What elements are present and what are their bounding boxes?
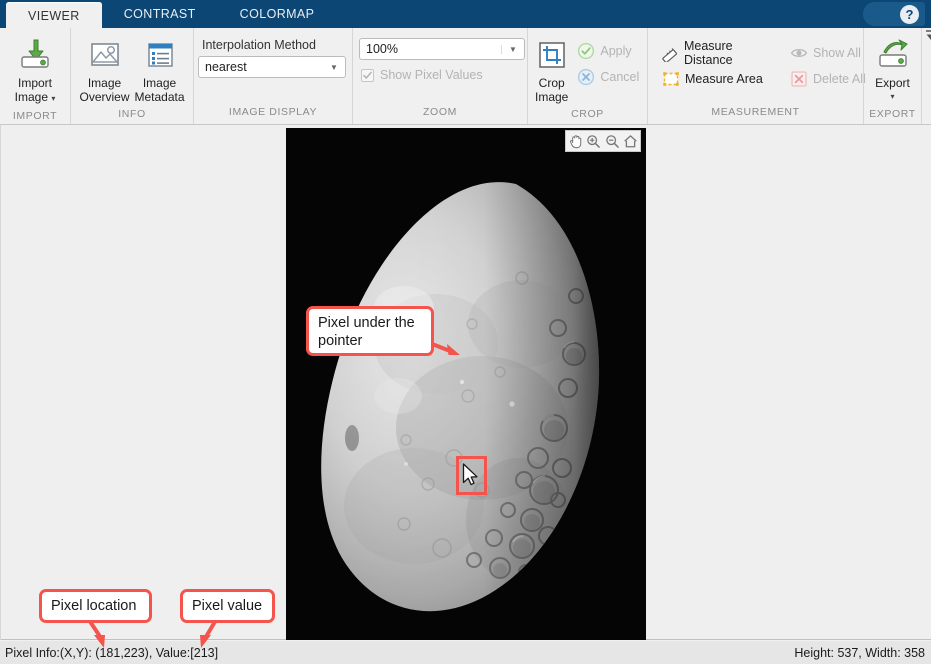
help-icon: ? xyxy=(900,4,919,24)
collapse-ribbon-button[interactable] xyxy=(922,28,931,64)
import-image-button[interactable]: Import Image ▾ xyxy=(6,32,64,107)
import-image-icon xyxy=(17,36,53,74)
mouse-cursor xyxy=(462,463,478,486)
crop-image-label-line2: Image xyxy=(535,90,569,104)
image-metadata-label-line2: Metadata xyxy=(134,90,185,104)
zoom-level-value: 100% xyxy=(366,42,398,56)
image-overview-label-line1: Image xyxy=(87,76,122,90)
crop-image-label-line1: Crop xyxy=(538,76,565,90)
image-viewer-window: VIEWER CONTRAST COLORMAP ? Import Image … xyxy=(0,0,931,664)
ribbon-group-label-crop: CROP xyxy=(571,108,604,120)
ribbon-group-label-import: IMPORT xyxy=(12,110,58,122)
chevron-down-icon xyxy=(323,63,345,72)
ribbon-group-label-export: EXPORT xyxy=(869,108,916,120)
workspace-left-divider xyxy=(0,125,1,640)
interpolation-method-select[interactable]: nearest xyxy=(198,56,346,78)
image-overview-label-line2: Overview xyxy=(79,90,130,104)
crop-image-button[interactable]: Crop Image xyxy=(534,32,569,105)
chevron-down-icon xyxy=(501,44,524,54)
ribbon-group-zoom: 100% Show Pixel Values ZOOM xyxy=(352,28,527,124)
ribbon-group-label-measurement: MEASUREMENT xyxy=(711,106,800,118)
callout-pixel-under-pointer-text: Pixel under the pointer xyxy=(318,315,415,349)
ribbon-group-measurement: Measure Distance Measure Area Show All D… xyxy=(647,28,866,124)
ribbon-collapse-group xyxy=(921,28,931,124)
pan-icon[interactable] xyxy=(567,133,584,150)
ribbon-group-label-image-display: IMAGE DISPLAY xyxy=(228,106,318,118)
export-label: Export xyxy=(875,76,910,90)
interpolation-method-value: nearest xyxy=(205,60,247,74)
ribbon-group-label-info: INFO xyxy=(118,108,146,120)
tab-colormap[interactable]: COLORMAP xyxy=(218,0,337,28)
ruler-icon xyxy=(660,44,681,62)
measure-area-label: Measure Area xyxy=(685,72,763,86)
image-metadata-icon xyxy=(144,36,176,74)
check-circle-icon xyxy=(575,42,597,60)
pixel-info-text: Pixel Info:(X,Y): (181,223), Value:[213] xyxy=(5,645,219,660)
zoom-level-select[interactable]: 100% xyxy=(359,38,525,60)
crop-image-icon xyxy=(537,36,567,74)
tab-contrast-label: CONTRAST xyxy=(123,7,196,21)
eye-icon xyxy=(788,44,810,62)
ribbon-group-export: Export ▾ EXPORT xyxy=(863,28,921,124)
delete-all-measurements-button[interactable]: Delete All xyxy=(784,66,870,92)
tab-contrast[interactable]: CONTRAST xyxy=(102,0,218,28)
checkbox-box xyxy=(361,68,374,82)
ribbon-group-image-display: Interpolation Method nearest IMAGE DISPL… xyxy=(193,28,352,124)
collapse-ribbon-icon xyxy=(926,30,931,40)
measure-distance-button[interactable]: Measure Distance xyxy=(656,39,784,67)
zoom-in-icon[interactable] xyxy=(585,133,602,150)
callout-pixel-under-pointer: Pixel under the pointer xyxy=(306,306,434,356)
import-image-label-line1: Import xyxy=(17,76,52,90)
cancel-crop-label: Cancel xyxy=(600,70,640,84)
show-pixel-values-checkbox[interactable]: Show Pixel Values xyxy=(361,68,483,82)
interpolation-method-label: Interpolation Method xyxy=(202,38,316,52)
show-all-measurements-label: Show All xyxy=(813,46,861,60)
delete-x-icon xyxy=(788,70,810,88)
callout-pixel-location: Pixel location xyxy=(39,589,152,623)
tab-viewer-label: VIEWER xyxy=(28,8,80,23)
axes-toolbar xyxy=(565,130,641,152)
image-workspace xyxy=(0,125,931,640)
image-dimensions-text: Height: 537, Width: 358 xyxy=(794,645,925,660)
ribbon-group-label-zoom: ZOOM xyxy=(423,106,457,118)
tab-bar: VIEWER CONTRAST COLORMAP ? xyxy=(0,0,931,29)
import-image-label-line2: Image xyxy=(14,90,48,104)
area-select-icon xyxy=(660,70,682,88)
checkmark-icon xyxy=(363,71,372,79)
show-all-measurements-button[interactable]: Show All xyxy=(784,40,870,66)
callout-pixel-value-text: Pixel value xyxy=(192,598,263,614)
ribbon-group-info: Image Overview Image Metadata INFO xyxy=(70,28,193,124)
tab-colormap-label: COLORMAP xyxy=(239,7,315,21)
export-button[interactable]: Export ▾ xyxy=(870,32,915,105)
callout-pixel-value: Pixel value xyxy=(180,589,275,623)
home-icon[interactable] xyxy=(622,133,639,150)
image-overview-button[interactable]: Image Overview xyxy=(77,32,132,105)
delete-all-measurements-label: Delete All xyxy=(813,72,866,86)
status-bar: Pixel Info:(X,Y): (181,223), Value:[213]… xyxy=(0,641,931,664)
show-pixel-values-label: Show Pixel Values xyxy=(380,68,483,82)
tab-viewer[interactable]: VIEWER xyxy=(6,2,102,29)
callout-pixel-location-text: Pixel location xyxy=(51,598,137,614)
moon-image xyxy=(321,182,600,612)
apply-crop-label: Apply xyxy=(600,44,632,58)
zoom-out-icon[interactable] xyxy=(604,133,621,150)
cancel-crop-button[interactable]: Cancel xyxy=(571,64,643,90)
import-image-dropdown-caret[interactable]: ▾ xyxy=(51,94,55,103)
image-metadata-button[interactable]: Image Metadata xyxy=(132,32,187,105)
apply-crop-button[interactable]: Apply xyxy=(571,38,643,64)
image-metadata-label-line1: Image xyxy=(142,76,177,90)
help-button[interactable]: ? xyxy=(863,2,925,26)
measure-area-button[interactable]: Measure Area xyxy=(656,66,784,92)
export-dropdown-caret[interactable]: ▾ xyxy=(875,90,910,104)
ribbon-group-import: Import Image ▾ IMPORT xyxy=(0,28,70,124)
displayed-image[interactable] xyxy=(286,128,646,640)
ribbon-group-crop: Crop Image Apply Cancel CROP xyxy=(527,28,647,124)
measure-distance-label: Measure Distance xyxy=(683,39,733,67)
cancel-circle-icon xyxy=(575,68,597,86)
image-overview-icon xyxy=(88,36,122,74)
export-icon xyxy=(875,36,911,74)
ribbon: Import Image ▾ IMPORT Image Overview Ima… xyxy=(0,28,931,125)
